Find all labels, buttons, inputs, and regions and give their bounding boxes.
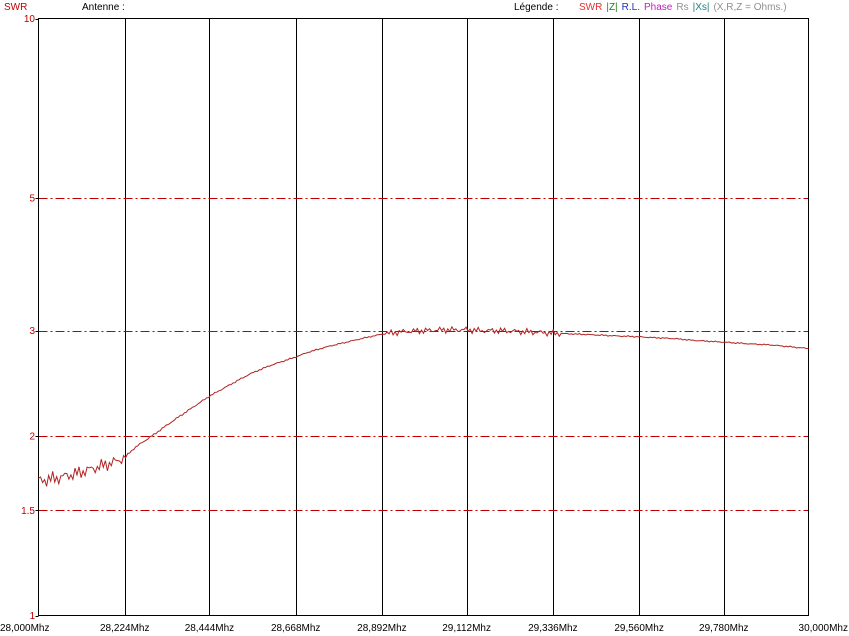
x-tick-label: 29,780Mhz	[699, 623, 748, 634]
x-tick-label: 30,000Mhz	[799, 623, 848, 634]
horizontal-gridlines	[38, 198, 809, 511]
legend: SWR |Z| R.L. Phase Rs |Xs| (X,R,Z = Ohms…	[579, 2, 787, 13]
x-tick-label: 28,224Mhz	[100, 623, 149, 634]
x-tick-label: 29,336Mhz	[528, 623, 577, 634]
x-tick-labels: 28,000Mhz 28,224Mhz 28,444Mhz 28,668Mhz 28,8…	[0, 623, 848, 634]
legend-item-units-note: (X,R,Z = Ohms.)	[713, 2, 787, 13]
legend-item-xs: |Xs|	[692, 2, 710, 13]
x-tick-label: 28,000Mhz	[0, 623, 49, 634]
antenna-label: Antenne :	[82, 2, 125, 13]
y-tick-label: 10	[24, 14, 36, 25]
y-tick-labels: 10 5 3 2 1.5 1	[21, 14, 39, 622]
legend-item-swr: SWR	[579, 2, 603, 13]
x-tick-label: 28,444Mhz	[185, 623, 234, 634]
legend-item-rs: Rs	[676, 2, 689, 13]
y-tick-label: 3	[29, 326, 35, 337]
vertical-gridlines	[125, 18, 725, 616]
x-tick-label: 28,668Mhz	[271, 623, 320, 634]
legend-label: Légende :	[514, 2, 559, 13]
series-line-swr	[38, 325, 809, 487]
legend-item-phase: Phase	[644, 2, 673, 13]
x-tick-label: 28,892Mhz	[357, 623, 406, 634]
x-tick-label: 29,112Mhz	[442, 623, 491, 634]
y-tick-label: 1	[29, 611, 35, 622]
legend-item-z: |Z|	[606, 2, 618, 13]
legend-item-rl: R.L.	[621, 2, 640, 13]
series-group	[38, 325, 809, 487]
y-tick-label: 1.5	[21, 506, 35, 517]
x-tick-label: 29,560Mhz	[614, 623, 663, 634]
y-tick-label: 5	[29, 194, 35, 205]
swr-chart: 105321.51 28,000Mhz 28,224Mhz 28,444Mhz 28,…	[0, 14, 848, 634]
y-axis-name: SWR	[4, 2, 28, 13]
plot-frame	[38, 18, 809, 616]
y-tick-label: 2	[29, 431, 35, 442]
